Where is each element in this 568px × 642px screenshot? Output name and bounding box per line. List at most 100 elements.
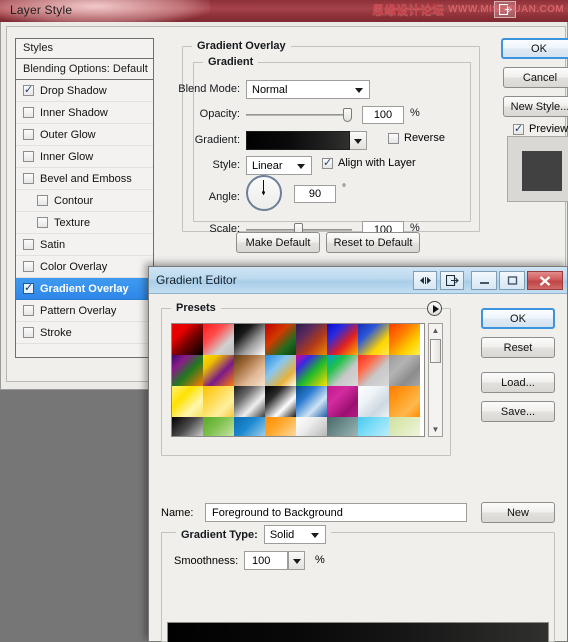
style-dropdown[interactable]: Linear (246, 156, 312, 175)
preset-swatch[interactable] (234, 417, 265, 436)
new-style-button[interactable]: New Style... (503, 96, 568, 117)
preset-swatch[interactable] (296, 355, 327, 386)
sidebar-item-stroke[interactable]: Stroke (16, 322, 153, 344)
style-checkbox[interactable] (23, 261, 34, 272)
preset-swatch[interactable] (265, 386, 296, 417)
sidebar-item-outer-glow[interactable]: Outer Glow (16, 124, 153, 146)
opacity-slider-knob[interactable] (343, 108, 352, 122)
gradient-swatch[interactable] (246, 131, 350, 150)
preset-swatch[interactable] (358, 324, 389, 355)
editor-reset-button[interactable]: Reset (481, 337, 555, 358)
style-checkbox[interactable] (23, 239, 34, 250)
style-checkbox[interactable] (23, 151, 34, 162)
sidebar-item-color-overlay[interactable]: Color Overlay (16, 256, 153, 278)
preset-swatch[interactable] (203, 386, 234, 417)
align-with-layer-row[interactable]: Align with Layer (322, 156, 416, 170)
sidebar-item-blending-options[interactable]: Blending Options: Default (16, 59, 153, 80)
gradient-type-row[interactable]: Gradient Type: Solid (176, 525, 331, 544)
sidebar-item-pattern-overlay[interactable]: Pattern Overlay (16, 300, 153, 322)
sidebar-item-inner-glow[interactable]: Inner Glow (16, 146, 153, 168)
preset-swatch[interactable] (265, 324, 296, 355)
preset-swatch[interactable] (358, 417, 389, 436)
gradient-bar[interactable] (167, 622, 549, 642)
preset-swatch[interactable] (234, 324, 265, 355)
style-checkbox[interactable] (37, 217, 48, 228)
make-default-button[interactable]: Make Default (236, 232, 320, 253)
opacity-input[interactable]: 100 (362, 106, 404, 124)
gradient-dropdown-button[interactable] (350, 131, 367, 150)
style-checkbox[interactable] (23, 327, 34, 338)
preset-swatch[interactable] (296, 417, 327, 436)
preset-swatch[interactable] (234, 386, 265, 417)
preset-swatch[interactable] (389, 355, 420, 386)
preset-swatch[interactable] (172, 417, 203, 436)
style-checkbox[interactable] (23, 173, 34, 184)
preset-swatch[interactable] (172, 355, 203, 386)
angle-dial[interactable] (246, 175, 282, 211)
preset-swatch[interactable] (389, 324, 420, 355)
preset-swatch[interactable] (172, 324, 203, 355)
editor-save-button[interactable]: Save... (481, 401, 555, 422)
sidebar-item-contour[interactable]: Contour (16, 190, 153, 212)
preset-swatch[interactable] (203, 324, 234, 355)
angle-input[interactable]: 90 (294, 185, 336, 203)
preset-swatch[interactable] (389, 417, 420, 436)
gradient-picker[interactable] (246, 131, 367, 150)
smoothness-field[interactable]: 100 (244, 551, 305, 570)
scale-slider[interactable] (246, 223, 352, 237)
close-icon[interactable] (527, 271, 563, 290)
scroll-up-icon[interactable]: ▲ (429, 324, 442, 337)
preset-swatch[interactable] (389, 386, 420, 417)
preset-swatch[interactable] (327, 417, 358, 436)
blend-mode-dropdown[interactable]: Normal (246, 80, 370, 99)
presets-scrollbar[interactable]: ▲ ▼ (428, 323, 443, 437)
new-button[interactable]: New (481, 502, 555, 523)
editor-load-button[interactable]: Load... (481, 372, 555, 393)
maximize-icon[interactable] (499, 271, 525, 290)
sidebar-item-texture[interactable]: Texture (16, 212, 153, 234)
preset-swatch[interactable] (358, 386, 389, 417)
ok-button[interactable]: OK (501, 38, 568, 59)
editor-ok-button[interactable]: OK (481, 308, 555, 329)
layer-style-titlebar[interactable]: Layer Style 思缘设计论坛 WWW.MISSYUAN.COM (0, 0, 568, 22)
reverse-checkbox-row[interactable]: Reverse (388, 132, 445, 144)
preset-swatch[interactable] (265, 355, 296, 386)
preset-swatch[interactable] (296, 386, 327, 417)
preset-swatch[interactable] (203, 355, 234, 386)
sidebar-item-inner-shadow[interactable]: Inner Shadow (16, 102, 153, 124)
gradient-type-dropdown[interactable]: Solid (263, 525, 326, 544)
style-checkbox[interactable] (23, 107, 34, 118)
nav-arrows-icon[interactable] (413, 271, 437, 290)
minimize-icon[interactable] (471, 271, 497, 290)
sidebar-item-gradient-overlay[interactable]: Gradient Overlay (16, 278, 153, 300)
preset-swatch[interactable] (234, 355, 265, 386)
preview-checkbox-row[interactable]: Preview (513, 122, 568, 136)
preset-swatch[interactable] (358, 355, 389, 386)
sidebar-item-drop-shadow[interactable]: Drop Shadow (16, 80, 153, 102)
style-checkbox[interactable] (37, 195, 48, 206)
presets-menu-icon[interactable] (427, 301, 442, 316)
sidebar-item-bevel-and-emboss[interactable]: Bevel and Emboss (16, 168, 153, 190)
style-checkbox[interactable] (23, 129, 34, 140)
dock-icon[interactable] (440, 271, 464, 290)
scrollbar-thumb[interactable] (430, 339, 441, 363)
opacity-slider[interactable] (246, 108, 352, 122)
style-checkbox[interactable] (23, 281, 34, 295)
preset-swatch[interactable] (327, 355, 358, 386)
preview-checkbox[interactable] (513, 122, 524, 136)
preset-swatch[interactable] (296, 324, 327, 355)
reverse-checkbox[interactable] (388, 132, 399, 144)
name-input[interactable]: Foreground to Background (205, 503, 467, 522)
style-checkbox[interactable] (23, 83, 34, 97)
reset-to-default-button[interactable]: Reset to Default (326, 232, 420, 253)
preset-swatch[interactable] (327, 386, 358, 417)
sidebar-item-satin[interactable]: Satin (16, 234, 153, 256)
cancel-button[interactable]: Cancel (503, 67, 568, 88)
presets-box[interactable] (171, 323, 425, 437)
style-checkbox[interactable] (23, 305, 34, 316)
align-with-layer-checkbox[interactable] (322, 156, 333, 170)
preset-swatch[interactable] (172, 386, 203, 417)
preset-swatch[interactable] (327, 324, 358, 355)
gradient-editor-titlebar[interactable]: Gradient Editor (149, 267, 567, 294)
smoothness-input[interactable]: 100 (244, 551, 288, 570)
